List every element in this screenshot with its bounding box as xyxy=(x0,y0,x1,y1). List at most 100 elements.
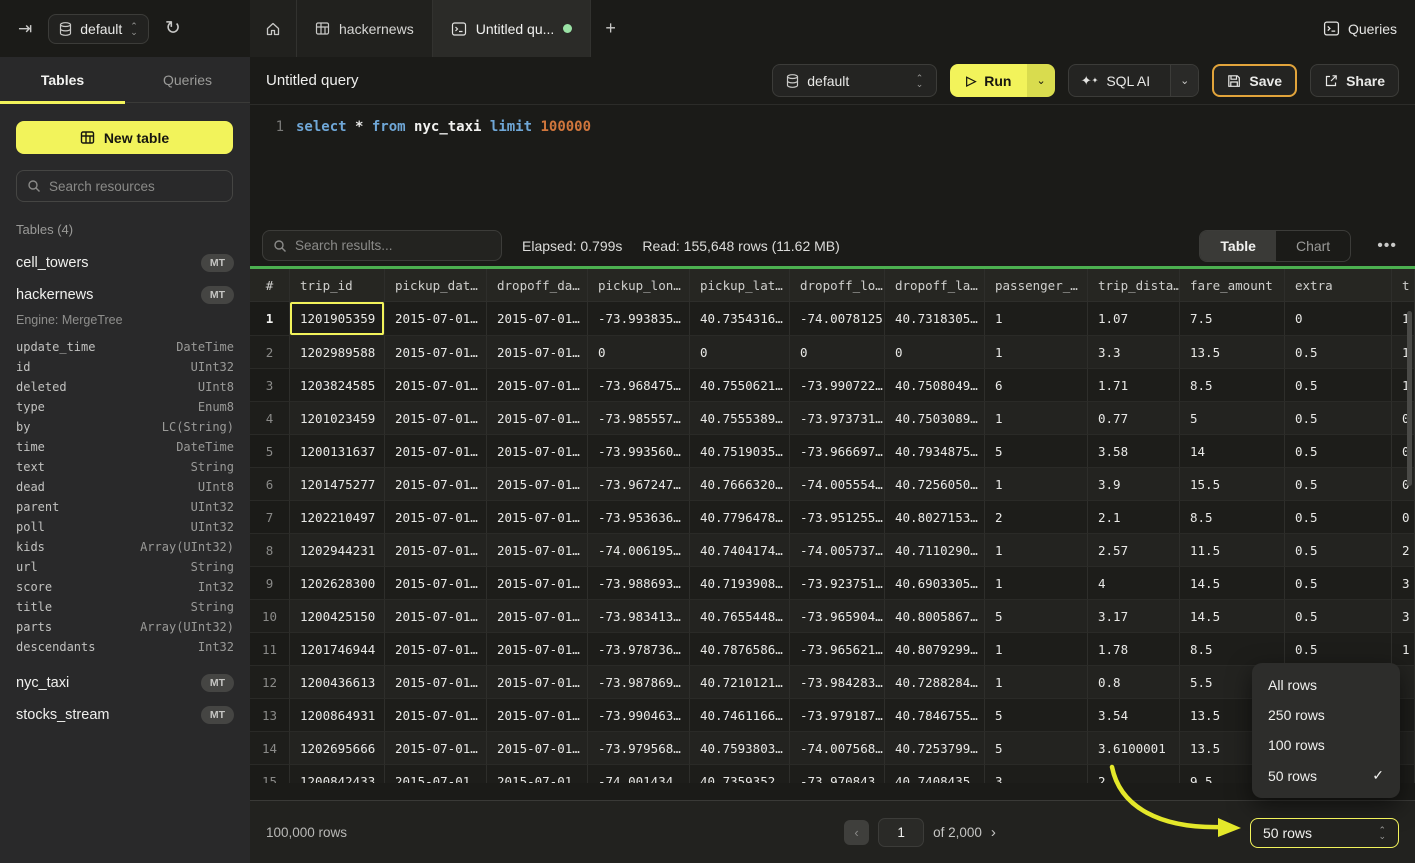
table-cell[interactable]: 1 xyxy=(985,533,1088,566)
table-cell[interactable]: 1 xyxy=(1392,632,1415,665)
table-cell[interactable]: 1 xyxy=(985,467,1088,500)
table-cell[interactable]: 14.5 xyxy=(1180,599,1285,632)
table-cell[interactable]: 1 xyxy=(985,302,1088,335)
table-cell[interactable]: 1201905359 xyxy=(290,302,385,335)
table-cell[interactable]: 1200842433 xyxy=(290,764,385,783)
table-cell[interactable]: -74.005737… xyxy=(790,533,885,566)
column-row[interactable]: textString xyxy=(16,457,234,477)
table-cell[interactable]: 1202695666 xyxy=(290,731,385,764)
table-cell[interactable]: 3 xyxy=(985,764,1088,783)
table-cell[interactable]: 6 xyxy=(985,368,1088,401)
table-cell[interactable]: 2.1 xyxy=(1088,500,1180,533)
next-page-button[interactable]: › xyxy=(991,824,996,841)
sidebar-table-nyc-taxi[interactable]: nyc_taxi MT xyxy=(16,667,234,699)
table-cell[interactable]: 0.77 xyxy=(1088,401,1180,434)
view-toggle-table[interactable]: Table xyxy=(1200,231,1276,261)
table-cell[interactable]: 2.57 xyxy=(1088,533,1180,566)
column-row[interactable]: descendantsInt32 xyxy=(16,637,234,657)
table-cell[interactable]: 0.5 xyxy=(1285,533,1392,566)
table-cell[interactable]: 40.7550621… xyxy=(690,368,790,401)
table-cell[interactable]: 40.7876586… xyxy=(690,632,790,665)
table-cell[interactable]: 0.5 xyxy=(1285,566,1392,599)
sql-ai-button[interactable]: ✦✦ SQL AI xyxy=(1069,65,1162,96)
table-cell[interactable]: 8.5 xyxy=(1180,500,1285,533)
table-cell[interactable]: 2015-07-01… xyxy=(487,698,588,731)
table-cell[interactable]: 1200436613 xyxy=(290,665,385,698)
sql-editor[interactable]: 1 select * from nyc_taxi limit 100000 xyxy=(250,105,1415,225)
table-cell[interactable]: 40.7318305… xyxy=(885,302,985,335)
search-results-field[interactable] xyxy=(262,230,502,261)
table-cell[interactable]: 14.5 xyxy=(1180,566,1285,599)
table-cell[interactable]: 2015-07-01… xyxy=(385,698,487,731)
table-cell[interactable]: -73.979568… xyxy=(588,731,690,764)
table-cell[interactable]: 13.5 xyxy=(1180,335,1285,368)
column-header[interactable]: trip_dista… xyxy=(1088,269,1180,302)
tab-untitled-query[interactable]: Untitled qu... xyxy=(433,0,592,57)
page-size-menu-item[interactable]: All rows xyxy=(1252,670,1400,700)
table-cell[interactable]: 3.9 xyxy=(1088,467,1180,500)
table-cell[interactable]: 2015-07-01… xyxy=(385,302,487,335)
row-number[interactable]: 11 xyxy=(250,632,290,665)
table-cell[interactable]: 0 xyxy=(588,335,690,368)
table-cell[interactable]: 40.7666320… xyxy=(690,467,790,500)
sidebar-table-cell-towers[interactable]: cell_towers MT xyxy=(16,247,234,279)
table-cell[interactable]: 40.7110290… xyxy=(885,533,985,566)
table-cell[interactable]: 2015-07-01… xyxy=(385,632,487,665)
table-cell[interactable]: 2015-07-01… xyxy=(385,599,487,632)
table-cell[interactable]: 40.7508049… xyxy=(885,368,985,401)
table-cell[interactable]: -73.993560… xyxy=(588,434,690,467)
column-header[interactable]: trip_id xyxy=(290,269,385,302)
table-cell[interactable]: 2015-07-01… xyxy=(487,632,588,665)
row-number[interactable]: 4 xyxy=(250,401,290,434)
row-number[interactable]: 15 xyxy=(250,764,290,783)
column-row[interactable]: deadUInt8 xyxy=(16,477,234,497)
table-cell[interactable]: 5 xyxy=(985,599,1088,632)
table-cell[interactable]: 3 xyxy=(1392,599,1415,632)
table-cell[interactable]: 2015-07-01… xyxy=(487,533,588,566)
row-number[interactable]: 3 xyxy=(250,368,290,401)
table-cell[interactable]: 1202989588 xyxy=(290,335,385,368)
table-cell[interactable]: -74.001434… xyxy=(588,764,690,783)
table-cell[interactable]: 0.5 xyxy=(1285,500,1392,533)
table-cell[interactable]: 3.54 xyxy=(1088,698,1180,731)
table-cell[interactable]: -73.965904… xyxy=(790,599,885,632)
new-tab-button[interactable]: + xyxy=(591,0,630,57)
collapse-sidebar-icon[interactable]: ⇥ xyxy=(12,14,38,43)
table-cell[interactable]: 1201475277 xyxy=(290,467,385,500)
table-cell[interactable]: 5 xyxy=(985,731,1088,764)
table-cell[interactable]: -73.993835… xyxy=(588,302,690,335)
column-row[interactable]: pollUInt32 xyxy=(16,517,234,537)
table-cell[interactable]: -73.965621… xyxy=(790,632,885,665)
table-cell[interactable]: 0 xyxy=(690,335,790,368)
table-cell[interactable]: -73.984283… xyxy=(790,665,885,698)
table-cell[interactable]: 1203824585 xyxy=(290,368,385,401)
column-header[interactable]: pickup_lat… xyxy=(690,269,790,302)
table-cell[interactable]: 7.5 xyxy=(1180,302,1285,335)
table-cell[interactable]: 2015-07-01… xyxy=(487,500,588,533)
table-cell[interactable]: 1200131637 xyxy=(290,434,385,467)
column-row[interactable]: titleString xyxy=(16,597,234,617)
new-table-button[interactable]: New table xyxy=(16,121,233,154)
table-cell[interactable]: 40.8005867… xyxy=(885,599,985,632)
table-cell[interactable]: 0.8 xyxy=(1088,665,1180,698)
table-cell[interactable]: -73.988693… xyxy=(588,566,690,599)
refresh-icon[interactable]: ↻ xyxy=(159,13,187,44)
row-number[interactable]: 1 xyxy=(250,302,290,335)
save-button[interactable]: Save xyxy=(1212,64,1297,97)
table-cell[interactable]: 40.7359352… xyxy=(690,764,790,783)
table-cell[interactable]: 8.5 xyxy=(1180,368,1285,401)
table-cell[interactable]: 2015-07-01… xyxy=(385,533,487,566)
table-cell[interactable]: 0 xyxy=(790,335,885,368)
column-row[interactable]: deletedUInt8 xyxy=(16,377,234,397)
table-cell[interactable]: 2015-07-01… xyxy=(385,401,487,434)
row-number[interactable]: 2 xyxy=(250,335,290,368)
column-header[interactable]: dropoff_da… xyxy=(487,269,588,302)
table-cell[interactable]: 40.8027153… xyxy=(885,500,985,533)
table-cell[interactable]: 0.5 xyxy=(1285,401,1392,434)
table-cell[interactable]: 14 xyxy=(1180,434,1285,467)
table-cell[interactable]: 1200864931 xyxy=(290,698,385,731)
table-cell[interactable]: 0.5 xyxy=(1285,632,1392,665)
column-header[interactable]: t xyxy=(1392,269,1415,302)
table-cell[interactable]: 1200425150 xyxy=(290,599,385,632)
table-cell[interactable]: 40.7210121… xyxy=(690,665,790,698)
